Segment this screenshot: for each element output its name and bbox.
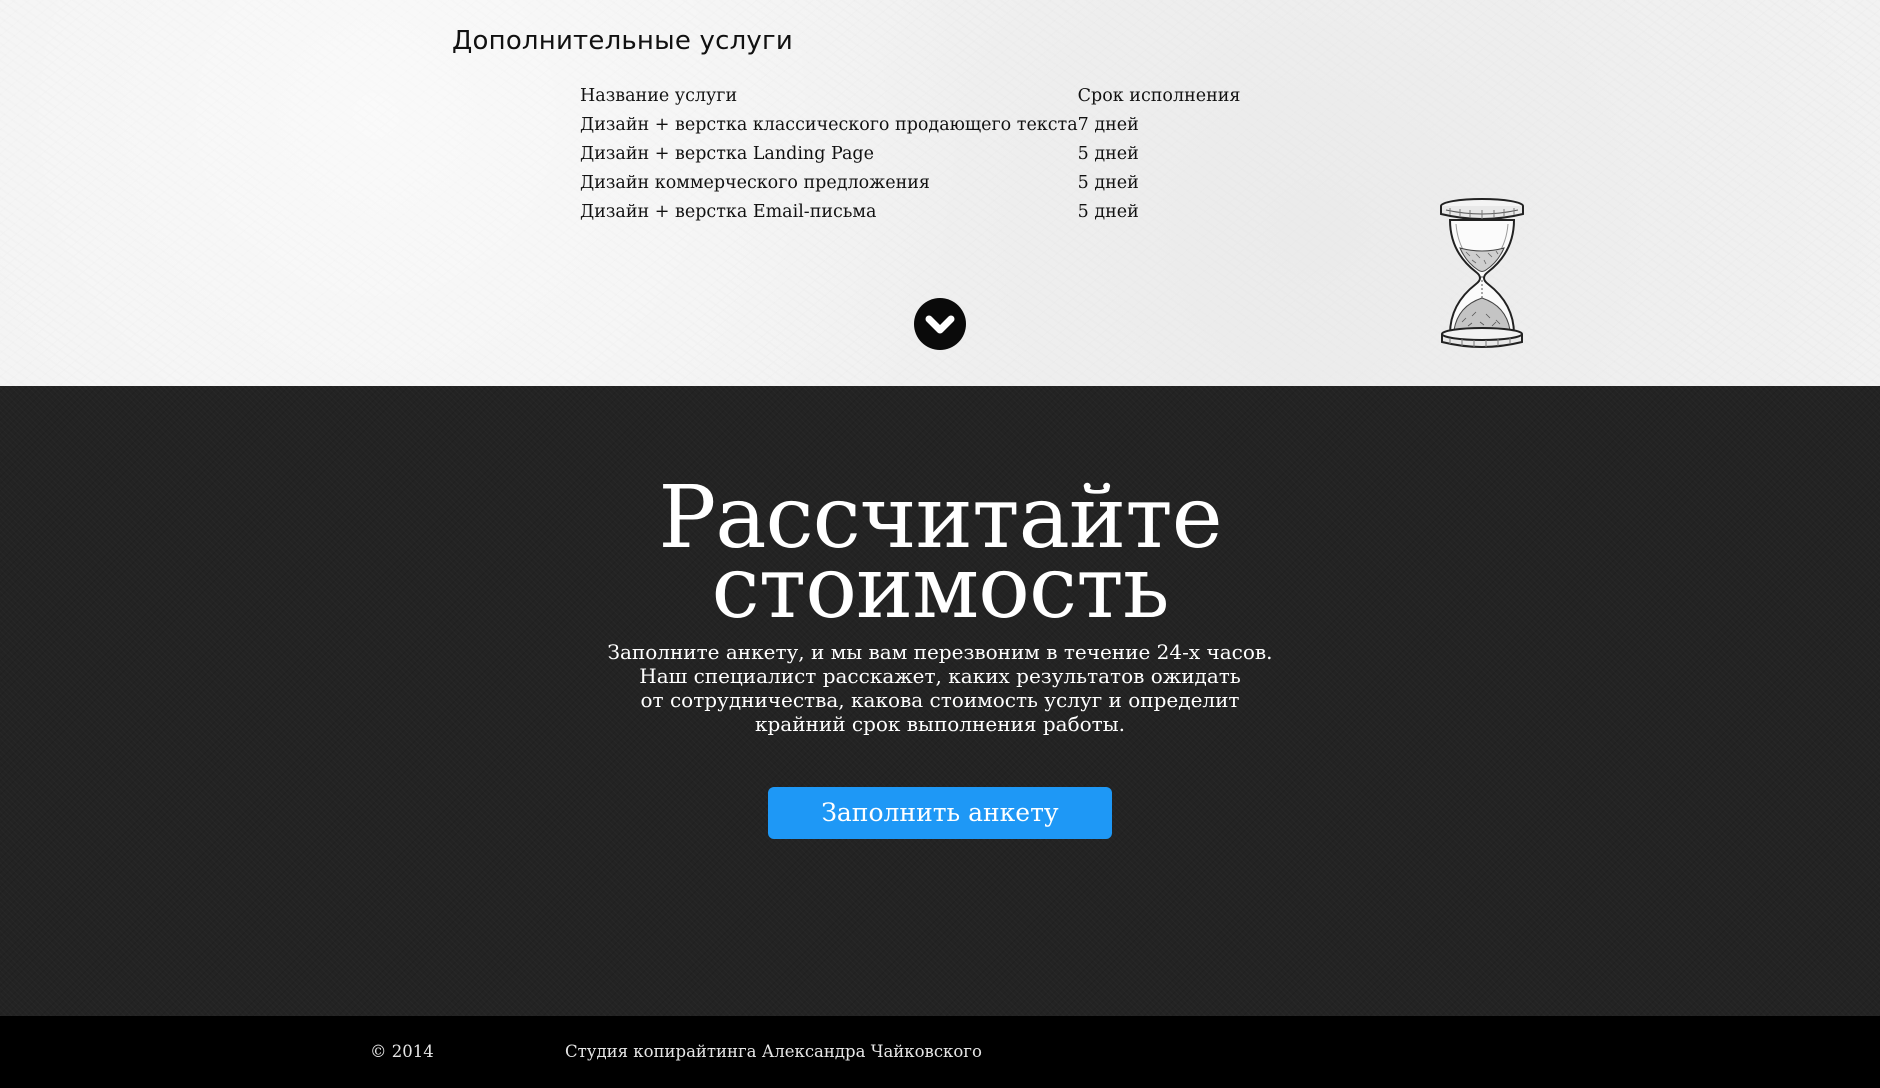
- service-term-cell: 5 дней: [1077, 173, 1139, 193]
- chevron-down-icon: [925, 315, 955, 334]
- cta-description: Заполните анкету, и мы вам перезвоним в …: [0, 640, 1880, 736]
- service-name-cell: Дизайн + верстка классического продающег…: [580, 115, 1078, 135]
- table-row: Дизайн коммерческого предложения 5 дней: [580, 169, 1278, 198]
- footer: © 2014 Студия копирайтинга Александра Ча…: [0, 1016, 1880, 1088]
- service-term-cell: 5 дней: [1077, 202, 1139, 222]
- hourglass-icon: [1440, 198, 1524, 348]
- calculate-cost-section: Рассчитайте стоимость Заполните анкету, …: [0, 386, 1880, 1016]
- column-header-service-name: Название услуги: [580, 86, 738, 106]
- table-row: Дизайн + верстка Landing Page 5 дней: [580, 140, 1278, 169]
- copyright-text: © 2014: [370, 1042, 434, 1061]
- service-term-cell: 5 дней: [1077, 144, 1139, 164]
- studio-name: Студия копирайтинга Александра Чайковско…: [565, 1042, 982, 1061]
- cta-description-line: Заполните анкету, и мы вам перезвоним в …: [607, 640, 1273, 664]
- service-name-cell: Дизайн + верстка Email-письма: [580, 202, 877, 222]
- services-table: Название услуги Срок исполнения Дизайн +…: [580, 82, 1278, 227]
- cta-heading-line2: стоимость: [711, 538, 1169, 638]
- cta-description-line: крайний срок выполнения работы.: [754, 712, 1125, 736]
- table-row: Дизайн + верстка Email-письма 5 дней: [580, 198, 1278, 227]
- services-title: Дополнительные услуги: [452, 26, 793, 56]
- fill-form-button[interactable]: Заполнить анкету: [768, 787, 1112, 839]
- additional-services-section: Дополнительные услуги Название услуги Ср…: [0, 0, 1880, 386]
- cta-description-line: Наш специалист расскажет, каких результа…: [639, 664, 1241, 688]
- service-term-cell: 7 дней: [1077, 115, 1139, 135]
- service-name-cell: Дизайн коммерческого предложения: [580, 173, 930, 193]
- cta-description-line: от сотрудничества, какова стоимость услу…: [640, 688, 1240, 712]
- scroll-down-button[interactable]: [914, 298, 966, 350]
- table-header-row: Название услуги Срок исполнения: [580, 82, 1278, 111]
- column-header-term: Срок исполнения: [1077, 86, 1241, 106]
- table-row: Дизайн + верстка классического продающег…: [580, 111, 1278, 140]
- service-name-cell: Дизайн + верстка Landing Page: [580, 144, 874, 164]
